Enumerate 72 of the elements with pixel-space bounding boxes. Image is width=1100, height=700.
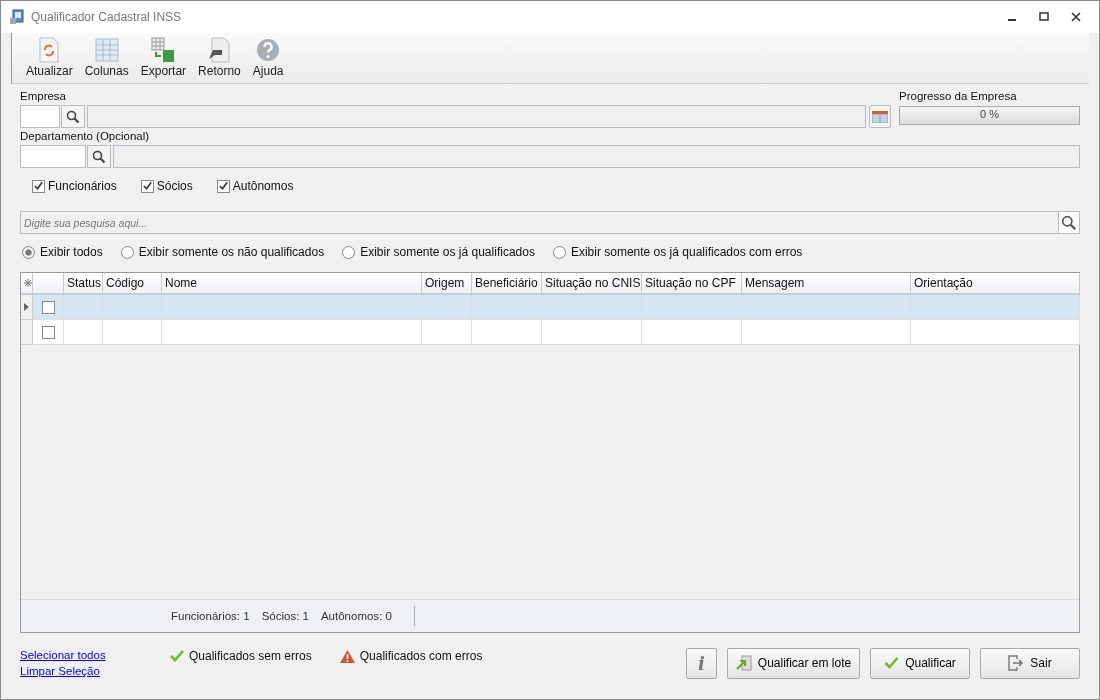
progress-reading: 0 %: [979, 108, 1000, 120]
action-button[interactable]: i: [686, 647, 717, 679]
column-header[interactable]: Mensagem: [742, 273, 911, 295]
table-cell: [64, 320, 103, 345]
filter-checkbox[interactable]: Sócios: [140, 179, 193, 193]
checkmark-icon: [884, 657, 900, 669]
view-radio[interactable]: Exibir somente os não qualificados: [120, 245, 325, 259]
refresh-icon: [37, 37, 62, 63]
search-icon: [92, 149, 106, 164]
window-title: Qualificador Cadastral INSS: [31, 10, 183, 24]
link[interactable]: Limpar Seleção: [20, 665, 170, 677]
column-header[interactable]: Beneficiário: [472, 273, 542, 295]
row-checkbox[interactable]: [41, 300, 55, 314]
search-icon: [1061, 214, 1077, 231]
search-button[interactable]: [1058, 211, 1080, 234]
documents-arrow-icon: [735, 655, 752, 671]
legend-label: Qualificados sem erros: [189, 649, 312, 663]
action-button[interactable]: Qualificar: [870, 647, 970, 679]
search-icon: [66, 109, 80, 124]
table-cell: [472, 320, 542, 345]
count-label: Sócios: 1: [261, 610, 309, 622]
toolbar-button[interactable]: Atualizar: [22, 35, 77, 81]
close-icon[interactable]: [1069, 10, 1083, 24]
window-icon: [872, 110, 888, 123]
spreadsheet-export-icon: [151, 37, 176, 63]
code-field[interactable]: [20, 105, 60, 128]
table-icon: [94, 37, 119, 63]
action-button[interactable]: Qualificar em lote: [727, 647, 860, 679]
field-label: Departamento (Opcional): [20, 130, 151, 144]
checkmark-icon: [217, 180, 229, 192]
legend-label: Qualificados com erros: [359, 649, 483, 663]
toolbar-button[interactable]: Exportar: [136, 35, 191, 81]
checkmark-icon: [170, 650, 184, 662]
link[interactable]: Selecionar todos: [20, 649, 170, 661]
filter-checkbox[interactable]: Funcionários: [32, 179, 117, 193]
progress-label: Progresso da Empresa: [899, 90, 1018, 104]
code-field[interactable]: [20, 145, 86, 168]
filter-checkbox[interactable]: Autônomos: [216, 179, 294, 193]
table-cell: [103, 320, 162, 345]
current-row-icon: [24, 303, 29, 311]
exit-icon: [1008, 655, 1025, 671]
view-radio[interactable]: Exibir somente os já qualificados com erros: [552, 245, 803, 259]
warning-icon: [339, 649, 355, 663]
checkmark-icon: [33, 180, 44, 192]
view-radio[interactable]: Exibir todos: [22, 245, 103, 259]
help-icon: [256, 37, 281, 63]
search-button[interactable]: [61, 105, 85, 128]
search-field[interactable]: Digite sua pesquisa aqui...: [20, 211, 1058, 234]
column-header[interactable]: Código: [103, 273, 162, 295]
toolbar-button[interactable]: Retorno: [194, 35, 245, 81]
count-label: Funcionários: 1: [171, 610, 250, 622]
row-checkbox[interactable]: [41, 325, 55, 339]
toolbar-button[interactable]: Ajuda: [248, 35, 288, 81]
app-icon: [9, 9, 25, 25]
column-header[interactable]: Status: [64, 273, 103, 295]
column-header[interactable]: Situação no CNIS: [542, 273, 642, 295]
field-label: Empresa: [20, 90, 68, 104]
column-header[interactable]: Orientação: [911, 273, 1080, 295]
column-header[interactable]: Origem: [422, 273, 472, 295]
checkmark-icon: [141, 180, 153, 192]
restore-icon[interactable]: [1037, 10, 1051, 24]
asterisk-icon: [24, 279, 32, 287]
action-button[interactable]: Sair: [980, 647, 1080, 679]
calendar-button[interactable]: [869, 105, 891, 128]
table-cell: [422, 320, 472, 345]
column-header[interactable]: Situação no CPF: [642, 273, 742, 295]
document-arrow-icon: [207, 37, 232, 63]
column-header[interactable]: Nome: [162, 273, 422, 295]
search-button[interactable]: [87, 145, 111, 168]
toolbar-button[interactable]: Colunas: [80, 35, 133, 81]
view-radio[interactable]: Exibir somente os já qualificados: [342, 245, 535, 259]
count-label: Autônomos: 0: [320, 610, 392, 622]
